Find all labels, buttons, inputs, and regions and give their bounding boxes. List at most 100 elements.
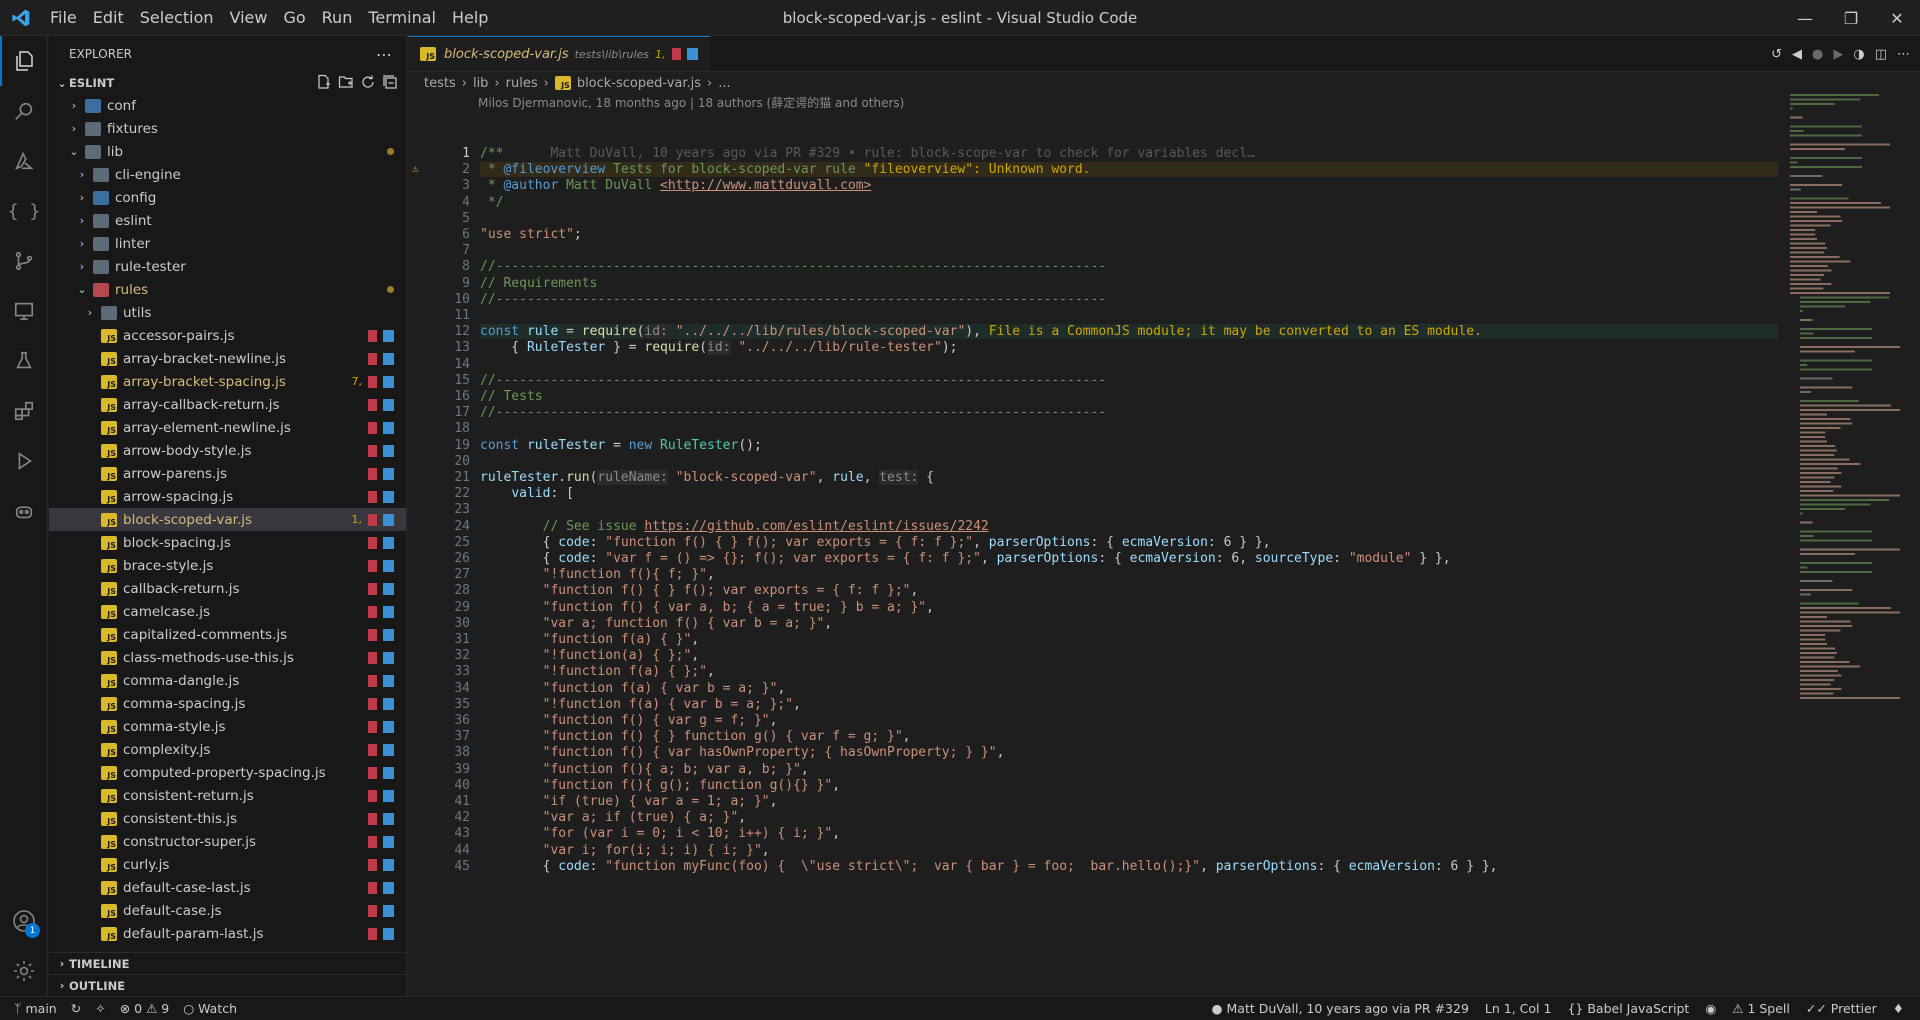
menu-terminal[interactable]: Terminal [360, 0, 444, 36]
remote-explorer-icon[interactable] [0, 286, 48, 336]
file-item[interactable]: JS accessor-pairs.js [49, 324, 406, 347]
git-graph-icon[interactable]: ✧ [95, 1001, 105, 1016]
outline-section[interactable]: › OUTLINE [49, 974, 406, 996]
menu-file[interactable]: File [42, 0, 85, 36]
breadcrumb-item[interactable]: rules [506, 76, 538, 91]
branch-indicator[interactable]: ᛉ main [14, 1001, 57, 1016]
file-item[interactable]: JS arrow-spacing.js [49, 485, 406, 508]
file-item[interactable]: JS block-scoped-var.js 1, [49, 508, 406, 531]
file-item[interactable]: JS consistent-return.js [49, 784, 406, 807]
line-number: 27 [454, 567, 470, 583]
folder-item[interactable]: › conf [49, 94, 406, 117]
warning-glyph-icon[interactable]: ⚠ [412, 162, 419, 175]
minimap[interactable] [1786, 94, 1906, 994]
language-mode[interactable]: {} Babel JavaScript [1567, 1001, 1689, 1016]
file-item[interactable]: JS brace-style.js [49, 554, 406, 577]
file-item[interactable]: JS default-case.js [49, 899, 406, 922]
source-control-icon[interactable] [0, 236, 48, 286]
folder-item[interactable]: ⌄ lib [49, 140, 406, 163]
copilot-status-icon[interactable]: ◉ [1705, 1001, 1716, 1016]
menu-view[interactable]: View [222, 0, 276, 36]
folder-item[interactable]: › cli-engine [49, 163, 406, 186]
go-forward-icon[interactable]: ▶ [1833, 47, 1843, 62]
file-item[interactable]: JS curly.js [49, 853, 406, 876]
file-item[interactable]: JS consistent-this.js [49, 807, 406, 830]
file-item[interactable]: JS block-spacing.js [49, 531, 406, 554]
collapse-all-icon[interactable] [382, 74, 398, 93]
timeline-section[interactable]: › TIMELINE [49, 952, 406, 974]
project-section[interactable]: ⌄ ESLINT [49, 72, 406, 94]
copilot-icon[interactable] [0, 486, 48, 536]
history-icon[interactable]: ↺ [1771, 47, 1782, 62]
settings-gear-icon[interactable] [0, 946, 48, 996]
file-item[interactable]: JS capitalized-comments.js [49, 623, 406, 646]
folder-item[interactable]: › linter [49, 232, 406, 255]
folder-item[interactable]: ⌄ rules [49, 278, 406, 301]
file-item[interactable]: JS default-case-last.js [49, 876, 406, 899]
extensions-icon[interactable] [0, 386, 48, 436]
menu-help[interactable]: Help [444, 0, 496, 36]
file-item[interactable]: JS array-bracket-newline.js [49, 347, 406, 370]
file-item[interactable]: JS array-callback-return.js [49, 393, 406, 416]
run-debug-icon[interactable] [0, 436, 48, 486]
refresh-icon[interactable] [360, 74, 376, 93]
folder-item[interactable]: › fixtures [49, 117, 406, 140]
spell-status[interactable]: ⚠ 1 Spell [1732, 1001, 1790, 1016]
file-item[interactable]: JS constructor-super.js [49, 830, 406, 853]
menu-selection[interactable]: Selection [132, 0, 222, 36]
file-item[interactable]: JS computed-property-spacing.js [49, 761, 406, 784]
new-file-icon[interactable] [316, 74, 332, 93]
tab-block-scoped-var[interactable]: JS block-scoped-var.js tests\lib\rules 1… [408, 36, 710, 71]
folder-item[interactable]: › rule-tester [49, 255, 406, 278]
timeline-dot-icon[interactable]: ● [1812, 47, 1823, 62]
file-item[interactable]: JS comma-dangle.js [49, 669, 406, 692]
file-item[interactable]: JS array-bracket-spacing.js 7, [49, 370, 406, 393]
file-item[interactable]: JS arrow-parens.js [49, 462, 406, 485]
azure-icon[interactable] [0, 136, 48, 186]
compare-icon[interactable]: ◑ [1853, 47, 1864, 62]
breadcrumb-item[interactable]: tests [424, 76, 456, 91]
file-item[interactable]: JS default-param-last.js [49, 922, 406, 945]
file-item[interactable]: JS arrow-body-style.js [49, 439, 406, 462]
file-item[interactable]: JS class-methods-use-this.js [49, 646, 406, 669]
blame-status[interactable]: ● Matt DuVall, 10 years ago via PR #329 [1212, 1001, 1469, 1016]
code-editor[interactable]: 1 /** Matt DuVall, 10 years ago via PR #3… [408, 146, 1778, 996]
menu-go[interactable]: Go [275, 0, 313, 36]
go-back-icon[interactable]: ◀ [1792, 47, 1802, 62]
json-braces-icon[interactable]: { } [0, 186, 48, 236]
notifications-bell-icon[interactable]: ♦ [1893, 1001, 1904, 1016]
js-file-icon: JS [101, 834, 117, 849]
sync-icon[interactable]: ↻ [71, 1001, 81, 1016]
file-item[interactable]: JS comma-style.js [49, 715, 406, 738]
minimize-button[interactable]: — [1782, 0, 1828, 36]
breadcrumb-item[interactable]: ... [718, 76, 730, 91]
file-item[interactable]: JS array-element-newline.js [49, 416, 406, 439]
breadcrumb-item[interactable]: block-scoped-var.js [577, 76, 701, 91]
minimap-line [1790, 278, 1821, 281]
folder-item[interactable]: › eslint [49, 209, 406, 232]
close-button[interactable]: ✕ [1874, 0, 1920, 36]
more-actions-icon[interactable]: ⋯ [376, 45, 392, 64]
explorer-icon[interactable] [0, 36, 48, 86]
file-item[interactable]: JS camelcase.js [49, 600, 406, 623]
watch-button[interactable]: ○ Watch [183, 1001, 237, 1016]
file-item[interactable]: JS complexity.js [49, 738, 406, 761]
restore-button[interactable]: ❐ [1828, 0, 1874, 36]
split-editor-icon[interactable]: ◫ [1875, 47, 1887, 62]
cursor-position[interactable]: Ln 1, Col 1 [1485, 1001, 1552, 1016]
testing-icon[interactable] [0, 336, 48, 386]
folder-item[interactable]: › config [49, 186, 406, 209]
folder-item[interactable]: › utils [49, 301, 406, 324]
problems-indicator[interactable]: ⊗ 0 ⚠ 9 [120, 1001, 170, 1016]
search-icon[interactable] [0, 86, 48, 136]
accounts-icon[interactable]: 1 [0, 896, 48, 946]
new-folder-icon[interactable] [338, 74, 354, 93]
more-editor-actions-icon[interactable]: ⋯ [1897, 47, 1910, 62]
prettier-status[interactable]: ✓✓ Prettier [1806, 1001, 1877, 1016]
file-item[interactable]: JS comma-spacing.js [49, 692, 406, 715]
file-item[interactable]: JS callback-return.js [49, 577, 406, 600]
menu-edit[interactable]: Edit [85, 0, 132, 36]
menu-run[interactable]: Run [314, 0, 361, 36]
breadcrumb-item[interactable]: lib [473, 76, 488, 91]
